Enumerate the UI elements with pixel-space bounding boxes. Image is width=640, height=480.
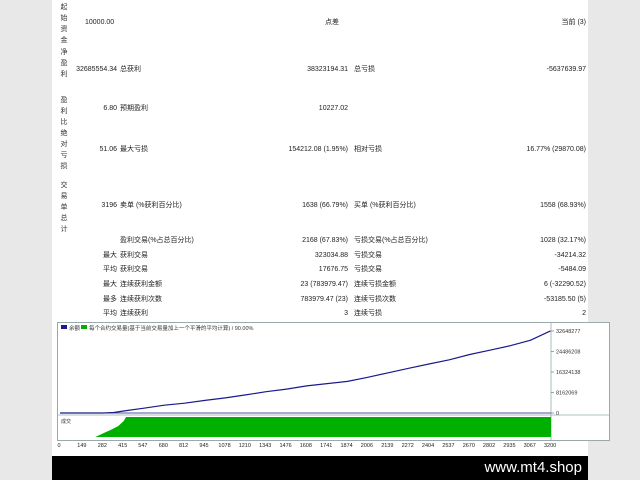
watermark-text: www.mt4.shop	[484, 459, 582, 476]
detail-prefix: 平均	[103, 266, 117, 273]
x-tick-label: 1741	[320, 443, 333, 449]
spread-label: 点差	[325, 19, 339, 26]
detail-value-profit: 783979.47 (23)	[300, 296, 348, 303]
x-tick-label: 0	[57, 443, 61, 449]
x-tick-label: 2802	[482, 443, 496, 449]
detail-prefix: 最多	[103, 296, 117, 303]
x-tick-label: 945	[199, 443, 209, 449]
total-trades-value: 3196	[101, 202, 117, 209]
watermark-bar: www.mt4.shop	[52, 456, 588, 480]
x-tick-label: 2537	[442, 443, 455, 449]
detail-value-profit: 323034.88	[314, 252, 348, 259]
detail-prefix: 最大	[103, 281, 117, 288]
vlabel-absolute-drawdown: 绝对亏损	[60, 130, 68, 170]
detail-prefix: 最大	[103, 252, 117, 259]
gross-loss-value: -5637639.97	[546, 66, 586, 73]
detail-value-loss: 6 (-32290.52)	[543, 281, 586, 288]
x-tick-label: 2935	[503, 443, 516, 449]
x-tick-label: 1078	[218, 443, 231, 449]
expected-payoff-label: 预期盈利	[120, 105, 148, 112]
profit-trades-label: 盈利交易(%占总百分比)	[120, 237, 194, 244]
balance-chart-svg: 余额 每个合约交易量(基于当前交易量加上一个平滑的平均计算) / 90.00% 32…	[58, 323, 609, 440]
loss-trades-label: 亏损交易(%占总百分比)	[354, 237, 428, 244]
vlabel-total-trades: 交易单总计	[60, 182, 68, 233]
detail-prefix: 平均	[103, 310, 117, 317]
vlabel-net-profit: 净盈利	[60, 49, 68, 78]
short-positions-label: 卖单 (%获利百分比)	[120, 202, 182, 209]
x-tick-label: 1476	[279, 443, 292, 449]
detail-label-loss: 连续亏损	[354, 310, 382, 317]
detail-value-profit: 17676.75	[318, 266, 348, 273]
balance-line	[60, 330, 551, 414]
detail-value-loss: -53185.50 (5)	[543, 296, 586, 303]
x-tick-label: 2272	[401, 443, 414, 449]
long-positions-value: 1558 (68.93%)	[540, 202, 586, 209]
detail-value-loss: 2	[582, 310, 586, 317]
volume-label: 成交	[61, 418, 71, 425]
detail-label-profit: 连续获利次数	[120, 296, 162, 303]
gross-profit-value: 38323194.31	[307, 66, 348, 73]
detail-label-profit: 获利交易	[120, 252, 148, 259]
detail-label-loss: 亏损交易	[354, 252, 382, 259]
maximal-drawdown-label: 最大亏损	[120, 146, 148, 153]
net-profit-value: 32685554.34	[76, 66, 117, 73]
x-tick-label: 2404	[421, 443, 435, 449]
expected-payoff-value: 10227.02	[318, 105, 348, 112]
x-tick-label: 282	[97, 443, 107, 449]
x-tick-label: 3200	[544, 443, 557, 449]
x-tick-label: 680	[158, 443, 168, 449]
profit-trades-value: 2168 (67.83%)	[302, 237, 348, 244]
detail-value-loss: -34214.32	[554, 252, 586, 259]
detail-label-loss: 连续亏损次数	[354, 296, 396, 303]
gross-loss-label: 总亏损	[354, 66, 375, 73]
legend-volume-swatch	[81, 325, 87, 329]
detail-label-loss: 连续亏损金额	[354, 281, 396, 288]
x-tick-label: 2139	[381, 443, 394, 449]
initial-deposit-value: 10000.00	[85, 19, 115, 26]
vlabel-profit-factor: 盈利比	[60, 97, 68, 126]
relative-drawdown-label: 相对亏损	[354, 146, 382, 153]
x-tick-label: 1874	[340, 443, 353, 449]
y-tick-label: 16324138	[556, 370, 580, 376]
maximal-drawdown-value: 154212.08 (1.95%)	[288, 146, 348, 153]
detail-value-loss: -5484.09	[558, 266, 586, 273]
volume-area	[60, 417, 551, 437]
x-tick-label: 1608	[299, 443, 312, 449]
legend-text: 每个合约交易量(基于当前交易量加上一个平滑的平均计算) / 90.00%	[89, 324, 254, 332]
detail-label-profit: 获利交易	[120, 266, 148, 273]
x-tick-label: 1210	[238, 443, 251, 449]
loss-trades-value: 1028 (32.17%)	[540, 237, 586, 244]
vlabel-initial-deposit: 起始资金	[60, 4, 68, 44]
absolute-drawdown-value: 51.06	[99, 146, 117, 153]
relative-drawdown-value: 16.77% (29870.08)	[526, 146, 586, 153]
detail-label-profit: 连续获利金额	[120, 281, 162, 288]
balance-chart: 余额 每个合约交易量(基于当前交易量加上一个平滑的平均计算) / 90.00% 32…	[57, 322, 610, 441]
legend-balance-swatch	[61, 325, 67, 329]
x-tick-label: 149	[77, 443, 87, 449]
y-tick-label: 8162069	[556, 391, 577, 397]
legend-balance-label: 余额	[69, 324, 81, 332]
gross-profit-label: 总获利	[120, 66, 141, 73]
x-tick-label: 1343	[259, 443, 272, 449]
short-positions-value: 1638 (66.79%)	[302, 202, 348, 209]
detail-value-profit: 23 (783979.47)	[300, 281, 348, 288]
x-tick-label: 2670	[462, 443, 475, 449]
detail-label-profit: 连续获利	[120, 310, 148, 317]
x-tick-label: 2006	[360, 443, 374, 449]
x-tick-label: 547	[138, 443, 148, 449]
detail-label-loss: 亏损交易	[354, 266, 382, 273]
y-tick-label: 32648277	[556, 329, 580, 335]
long-positions-label: 买单 (%获利百分比)	[354, 202, 416, 209]
x-tick-label: 812	[179, 443, 189, 449]
x-tick-label: 415	[118, 443, 128, 449]
profit-factor-value: 6.80	[103, 105, 117, 112]
y-tick-label: 24486208	[556, 350, 580, 356]
report-sheet: 起始资金 净盈利 盈利比 绝对亏损 交易单总计 10000.00 点差 当前 (…	[52, 0, 610, 456]
x-tick-label: 3067	[523, 443, 536, 449]
spread-value: 当前 (3)	[561, 19, 587, 26]
y-tick-label: 0	[556, 411, 559, 417]
detail-value-profit: 3	[344, 310, 348, 317]
